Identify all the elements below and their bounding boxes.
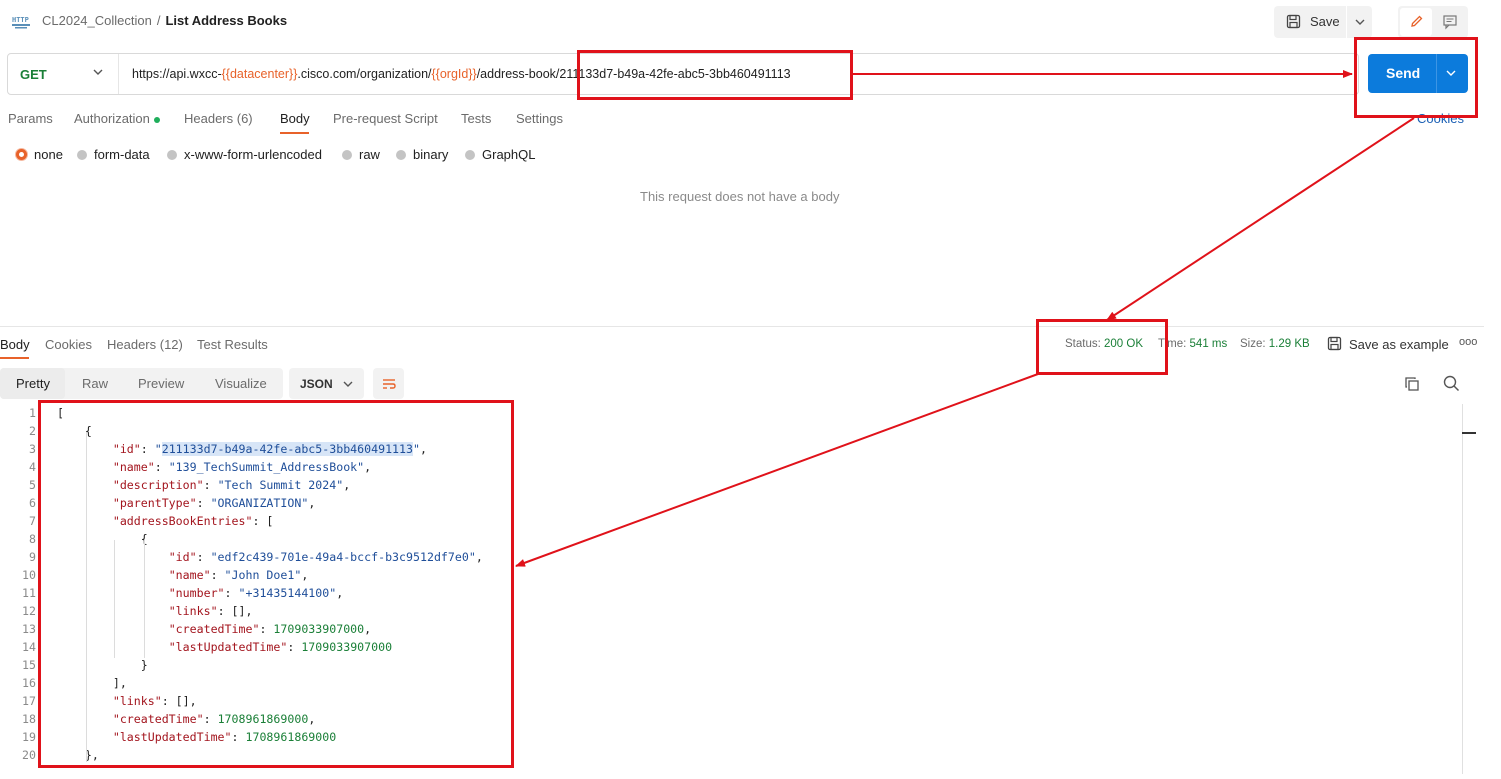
view-tab-preview[interactable]: Preview: [138, 376, 184, 391]
radio-binary[interactable]: binary: [396, 147, 448, 162]
tab-body[interactable]: Body: [280, 111, 310, 126]
size-value: 1.29 KB: [1268, 338, 1310, 350]
save-button[interactable]: Save: [1274, 6, 1372, 38]
view-tab-visualize[interactable]: Visualize: [215, 376, 267, 391]
view-toggle: [1398, 6, 1468, 38]
url-variable-orgid[interactable]: {{orgId}}: [432, 67, 477, 81]
line-number: 14: [22, 640, 36, 654]
line-number: 15: [22, 658, 36, 672]
tab-headers[interactable]: Headers (6): [184, 111, 253, 126]
line-number: 4: [29, 460, 36, 474]
url-variable-datacenter[interactable]: {{datacenter}}: [222, 67, 298, 81]
url-middle: .cisco.com/organization/: [297, 67, 432, 81]
method-select[interactable]: GET: [20, 67, 47, 82]
breadcrumb-collection[interactable]: CL2024_Collection: [42, 13, 152, 28]
radio-none[interactable]: none: [16, 147, 63, 162]
tab-pre-request-script[interactable]: Pre-request Script: [333, 111, 438, 126]
save-options-chevron-icon[interactable]: [1354, 16, 1366, 31]
line-number: 19: [22, 730, 36, 744]
line-number: 1: [29, 406, 36, 420]
tab-settings[interactable]: Settings: [516, 111, 563, 126]
active-tab-indicator: [280, 132, 309, 134]
radio-form-data[interactable]: form-data: [77, 147, 150, 162]
tab-params[interactable]: Params: [8, 111, 53, 126]
arrow-status-to-body: [515, 373, 1039, 567]
format-select[interactable]: JSON: [289, 368, 364, 399]
line-number: 8: [29, 532, 36, 546]
url-prefix: https://api.wxcc-: [132, 67, 222, 81]
annotation-box-url-id: [577, 50, 853, 100]
line-number: 7: [29, 514, 36, 528]
annotation-box-status: [1036, 319, 1168, 375]
response-view-tabs: Pretty Raw Preview Visualize: [0, 368, 283, 399]
svg-text:HTTP: HTTP: [12, 16, 29, 24]
tab-tests[interactable]: Tests: [461, 111, 491, 126]
save-as-example-button[interactable]: Save as example: [1349, 337, 1449, 352]
line-number: 11: [22, 586, 36, 600]
annotation-box-response-body: [38, 400, 514, 768]
breadcrumb-separator: /: [156, 13, 161, 28]
response-tab-body[interactable]: Body: [0, 337, 30, 352]
response-time: Time: 541 ms: [1158, 338, 1228, 350]
wrap-lines-button[interactable]: [373, 368, 404, 399]
line-number: 10: [22, 568, 36, 582]
line-number: 18: [22, 712, 36, 726]
line-number: 20: [22, 748, 36, 762]
breadcrumb: CL2024_Collection / List Address Books: [42, 13, 287, 28]
panel-divider[interactable]: [0, 326, 1484, 327]
no-body-message: This request does not have a body: [640, 189, 840, 204]
line-number: 5: [29, 478, 36, 492]
editor-scrollbar-thumb[interactable]: [1462, 432, 1476, 434]
url-path: /address-book/: [476, 67, 560, 81]
line-number: 6: [29, 496, 36, 510]
save-icon: [1286, 14, 1301, 32]
status-dot: [153, 116, 160, 123]
format-chevron-icon: [342, 378, 354, 393]
line-number: 13: [22, 622, 36, 636]
request-title[interactable]: List Address Books: [165, 13, 287, 28]
line-number: 12: [22, 604, 36, 618]
copy-icon[interactable]: [1404, 376, 1420, 395]
annotation-box-send: [1354, 37, 1478, 118]
editor-scrollbar[interactable]: [1462, 404, 1463, 774]
save-label: Save: [1310, 14, 1340, 29]
edit-toggle-button[interactable]: [1400, 8, 1432, 36]
line-number: 16: [22, 676, 36, 690]
line-number: 3: [29, 442, 36, 456]
pencil-icon: [1409, 14, 1424, 32]
radio-raw[interactable]: raw: [342, 147, 380, 162]
tab-authorization[interactable]: Authorization: [74, 111, 160, 126]
http-request-icon: HTTP: [12, 12, 32, 33]
response-tab-cookies[interactable]: Cookies: [45, 337, 92, 352]
wrap-lines-icon: [381, 376, 397, 395]
response-tab-test-results[interactable]: Test Results: [197, 337, 268, 352]
view-tab-pretty[interactable]: Pretty: [16, 376, 50, 391]
search-icon[interactable]: [1443, 375, 1460, 395]
line-number: 2: [29, 424, 36, 438]
arrow-send-to-status: [1106, 117, 1415, 321]
response-active-tab-indicator: [0, 357, 29, 359]
line-number: 9: [29, 550, 36, 564]
radio-x-www-form-urlencoded[interactable]: x-www-form-urlencoded: [167, 147, 322, 162]
comments-icon[interactable]: [1442, 14, 1458, 33]
view-tab-raw[interactable]: Raw: [82, 376, 108, 391]
radio-graphql[interactable]: GraphQL: [465, 147, 535, 162]
response-size: Size: 1.29 KB: [1240, 338, 1310, 350]
response-tab-headers[interactable]: Headers (12): [107, 337, 183, 352]
save-example-icon: [1327, 336, 1342, 354]
more-options-icon[interactable]: ooo: [1459, 336, 1477, 348]
method-chevron-icon[interactable]: [92, 66, 104, 81]
line-number: 17: [22, 694, 36, 708]
time-value: 541 ms: [1189, 338, 1228, 350]
